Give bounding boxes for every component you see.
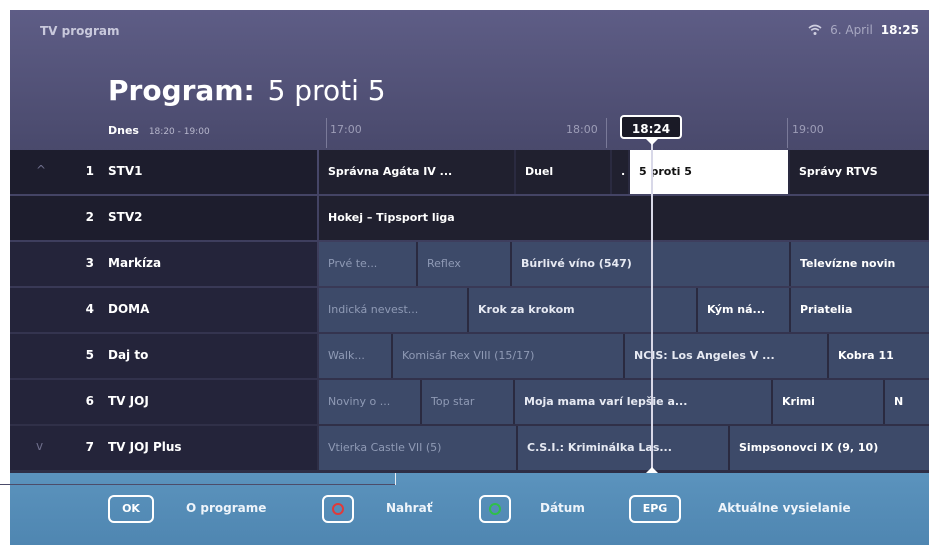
channel-number: 6 bbox=[85, 394, 94, 408]
channel-number: 7 bbox=[85, 440, 94, 454]
channel-name: Markíza bbox=[108, 256, 162, 270]
tick-line-1700 bbox=[326, 118, 327, 148]
today-text: Dnes bbox=[108, 124, 139, 137]
epg-grid: ^ 1 STV1 Správna Agáta IV ... Duel . 5 p… bbox=[10, 150, 929, 472]
status-date: 6. April bbox=[830, 23, 873, 37]
today-range: 18:20 - 19:00 bbox=[148, 127, 210, 137]
program-cell[interactable]: Top star bbox=[422, 380, 515, 424]
program-cell[interactable]: NCIS: Los Angeles V ... bbox=[625, 334, 829, 378]
pointer-line bbox=[0, 484, 395, 485]
program-cell[interactable]: Hokej – Tipsport liga bbox=[319, 196, 929, 240]
today-label: Dnes 18:20 - 19:00 bbox=[108, 124, 210, 137]
channel-name: TV JOJ bbox=[108, 394, 149, 408]
tick-label-1800: 18:00 bbox=[566, 123, 598, 136]
channel-number: 3 bbox=[85, 256, 94, 270]
channel-number: 4 bbox=[85, 302, 94, 316]
channel-name: Daj to bbox=[108, 348, 149, 362]
program-cell[interactable]: Duel bbox=[516, 150, 612, 194]
pointer-stem bbox=[395, 473, 396, 485]
program-cell[interactable]: Vtierka Castle VII (5) bbox=[319, 426, 518, 470]
channel-cell[interactable]: 3 Markíza bbox=[10, 242, 317, 286]
program-cell[interactable]: Prvé te... bbox=[319, 242, 418, 286]
program-cell-selected[interactable]: 5 proti 5 bbox=[630, 150, 790, 194]
channel-number: 1 bbox=[85, 164, 94, 178]
program-cell[interactable]: Noviny o ... bbox=[319, 380, 422, 424]
program-cell[interactable]: Správna Agáta IV ... bbox=[319, 150, 516, 194]
channel-cell[interactable]: ^ 1 STV1 bbox=[10, 150, 317, 194]
program-cell[interactable]: Moja mama varí lepšie a... bbox=[515, 380, 773, 424]
channel-row: ^ 1 STV1 Správna Agáta IV ... Duel . 5 p… bbox=[10, 150, 929, 194]
program-strip: Hokej – Tipsport liga bbox=[319, 196, 929, 240]
page-title-program: 5 proti 5 bbox=[267, 74, 386, 107]
program-cell[interactable]: Walk... bbox=[319, 334, 393, 378]
channel-row: 5 Daj to Walk... Komisár Rex VIII (15/17… bbox=[10, 334, 929, 378]
program-cell[interactable]: Indická nevest... bbox=[319, 288, 469, 332]
date-key-button[interactable] bbox=[479, 495, 511, 523]
page-title: Program: 5 proti 5 bbox=[108, 74, 386, 107]
program-cell[interactable]: C.S.I.: Kriminálka Las... bbox=[518, 426, 730, 470]
now-line bbox=[651, 139, 653, 473]
channel-cell[interactable]: 6 TV JOJ bbox=[10, 380, 317, 424]
channel-row: 3 Markíza Prvé te... Reflex Búrlivé víno… bbox=[10, 242, 929, 286]
tv-screen: TV program 6. April 18:25 Program: 5 pro… bbox=[10, 10, 929, 545]
record-key-button[interactable] bbox=[322, 495, 354, 523]
ok-key-label: O programe bbox=[186, 501, 267, 515]
program-strip: Správna Agáta IV ... Duel . 5 proti 5 Sp… bbox=[319, 150, 929, 194]
channel-cell[interactable]: v 7 TV JOJ Plus bbox=[10, 426, 317, 470]
program-strip: Vtierka Castle VII (5) C.S.I.: Kriminálk… bbox=[319, 426, 929, 470]
program-cell[interactable]: Kým ná... bbox=[698, 288, 791, 332]
ok-key-button[interactable]: OK bbox=[108, 495, 154, 523]
program-cell[interactable]: Televízne novin bbox=[791, 242, 929, 286]
channel-cell[interactable]: 4 DOMA bbox=[10, 288, 317, 332]
program-cell[interactable]: Správy RTVS bbox=[790, 150, 929, 194]
program-cell[interactable]: Simpsonovci IX (9, 10) bbox=[730, 426, 929, 470]
channel-name: STV2 bbox=[108, 210, 143, 224]
program-cell[interactable]: N bbox=[885, 380, 929, 424]
tick-label-1900: 19:00 bbox=[792, 123, 824, 136]
epg-key-button[interactable]: EPG bbox=[629, 495, 681, 523]
program-strip: Indická nevest... Krok za krokom Kým ná.… bbox=[319, 288, 929, 332]
channel-row: v 7 TV JOJ Plus Vtierka Castle VII (5) C… bbox=[10, 426, 929, 470]
tick-line-1800 bbox=[606, 118, 607, 148]
program-cell[interactable]: . bbox=[612, 150, 630, 194]
program-cell[interactable]: Kobra 11 bbox=[829, 334, 929, 378]
channel-name: TV JOJ Plus bbox=[108, 440, 182, 454]
scroll-up-icon[interactable]: ^ bbox=[36, 163, 46, 177]
scroll-down-icon[interactable]: v bbox=[36, 439, 43, 453]
wifi-icon bbox=[808, 24, 822, 35]
epg-key-label: Aktuálne vysielanie bbox=[718, 501, 851, 515]
green-key-icon bbox=[489, 503, 501, 515]
channel-cell[interactable]: 2 STV2 bbox=[10, 196, 317, 240]
channel-name: DOMA bbox=[108, 302, 150, 316]
program-cell[interactable]: Krok za krokom bbox=[469, 288, 698, 332]
channel-row: 4 DOMA Indická nevest... Krok za krokom … bbox=[10, 288, 929, 332]
now-marker-arrow-bottom bbox=[646, 467, 658, 473]
program-cell[interactable]: Komisár Rex VIII (15/17) bbox=[393, 334, 625, 378]
program-strip: Noviny o ... Top star Moja mama varí lep… bbox=[319, 380, 929, 424]
channel-number: 5 bbox=[85, 348, 94, 362]
program-cell[interactable]: Krimi bbox=[773, 380, 885, 424]
tick-label-1700: 17:00 bbox=[330, 123, 362, 136]
program-strip: Prvé te... Reflex Búrlivé víno (547) Tel… bbox=[319, 242, 929, 286]
tick-line-1900 bbox=[787, 118, 788, 148]
page-title-label: Program: bbox=[108, 74, 255, 107]
red-key-icon bbox=[332, 503, 344, 515]
program-cell[interactable]: Reflex bbox=[418, 242, 512, 286]
app-title: TV program bbox=[40, 24, 120, 38]
channel-row: 6 TV JOJ Noviny o ... Top star Moja mama… bbox=[10, 380, 929, 424]
program-strip: Walk... Komisár Rex VIII (15/17) NCIS: L… bbox=[319, 334, 929, 378]
channel-number: 2 bbox=[85, 210, 94, 224]
status-bar: 6. April 18:25 bbox=[808, 23, 919, 37]
channel-cell[interactable]: 5 Daj to bbox=[10, 334, 317, 378]
channel-row: 2 STV2 Hokej – Tipsport liga bbox=[10, 196, 929, 240]
program-cell[interactable]: Priatelia bbox=[791, 288, 929, 332]
record-key-label: Nahrať bbox=[386, 501, 433, 515]
status-time: 18:25 bbox=[880, 23, 919, 37]
channel-name: STV1 bbox=[108, 164, 143, 178]
date-key-label: Dátum bbox=[540, 501, 585, 515]
now-marker-arrow-top bbox=[646, 139, 658, 145]
now-time-marker: 18:24 bbox=[620, 115, 682, 139]
